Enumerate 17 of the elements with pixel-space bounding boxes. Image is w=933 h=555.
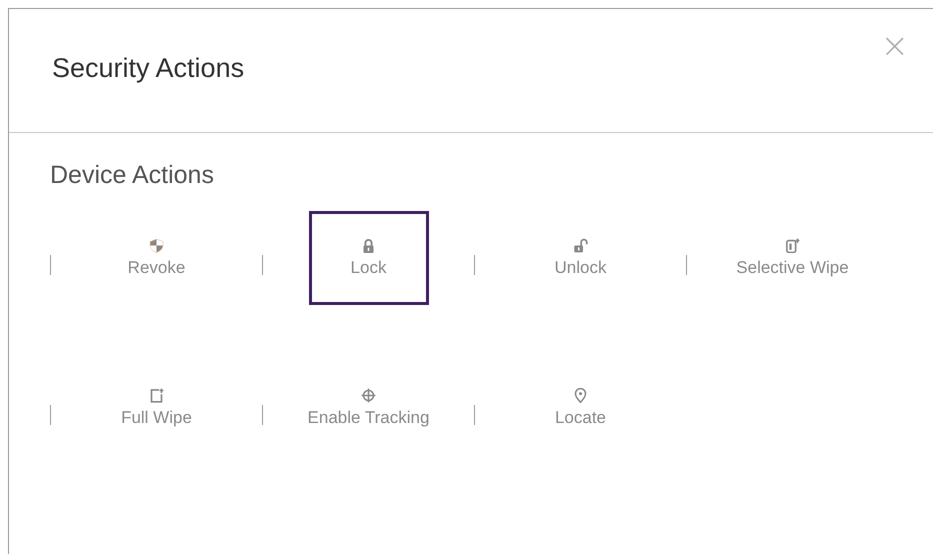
- action-button[interactable]: Enable Tracking: [308, 361, 428, 455]
- action-button[interactable]: Lock: [308, 211, 428, 305]
- action-button[interactable]: Unlock: [520, 211, 640, 305]
- location-pin-icon: [573, 388, 588, 403]
- crosshair-icon: [361, 388, 376, 403]
- close-button[interactable]: ×: [876, 26, 913, 66]
- open-lock-icon: [573, 238, 588, 253]
- dialog-title: Security Actions: [52, 53, 244, 84]
- shield-icon: [149, 238, 164, 253]
- action-button[interactable]: Full Wipe: [96, 361, 216, 455]
- section-title: Device Actions: [50, 161, 215, 190]
- document-icon: [149, 388, 164, 403]
- lock-icon: [361, 238, 376, 253]
- phone-icon: [785, 238, 800, 253]
- action-button[interactable]: Revoke: [96, 211, 216, 305]
- action-button[interactable]: Selective Wipe: [732, 211, 852, 305]
- action-button[interactable]: Locate: [520, 361, 640, 455]
